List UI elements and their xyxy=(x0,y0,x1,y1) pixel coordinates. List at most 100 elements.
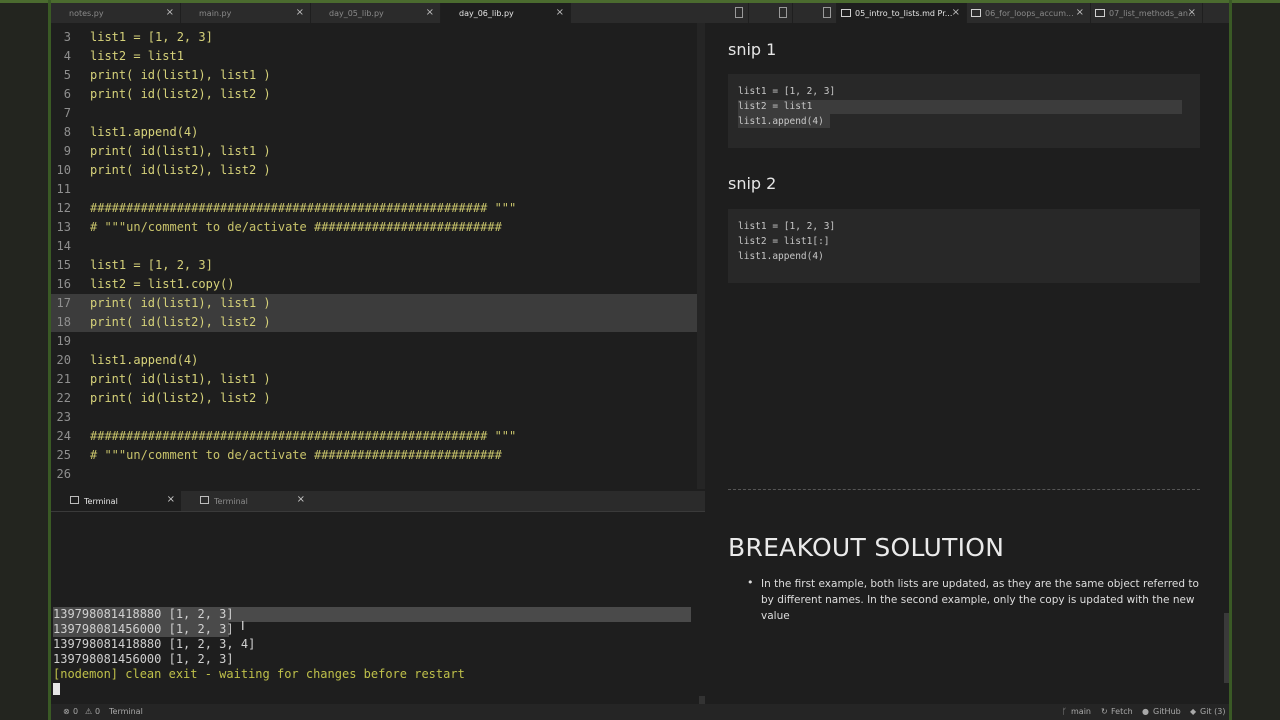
code-text: print( id(list1), list1 ) xyxy=(90,296,271,310)
close-icon[interactable]: × xyxy=(296,7,304,19)
tab-label: 05_intro_to_lists.md Pr... xyxy=(855,8,953,18)
code-line[interactable]: 4 list2 = list1 xyxy=(51,47,697,66)
line-number: 22 xyxy=(56,391,71,405)
markdown-preview-icon xyxy=(971,9,981,17)
error-count[interactable]: 0 xyxy=(73,707,78,717)
line-number: 13 xyxy=(56,220,71,234)
status-bar: ⊗ 0 ⚠ 0 Terminal ᚴ main ↻ Fetch ● GitHub… xyxy=(51,704,1229,720)
code-text: # """un/comment to de/activate #########… xyxy=(90,448,502,462)
code-line[interactable]: 14 xyxy=(51,237,697,256)
line-number: 14 xyxy=(56,239,71,253)
close-icon[interactable]: × xyxy=(167,494,175,505)
tab-label: 06_for_loops_accum... xyxy=(985,8,1074,18)
close-icon[interactable]: × xyxy=(952,7,960,19)
tab-file-2[interactable] xyxy=(749,3,793,23)
code-line[interactable]: 24 ######################################… xyxy=(51,427,697,446)
line-number: 6 xyxy=(63,87,71,101)
line-number: 21 xyxy=(56,372,71,386)
warning-icon: ⚠ xyxy=(85,707,93,716)
close-icon[interactable]: × xyxy=(166,7,174,19)
tab-main-py[interactable]: main.py × xyxy=(181,3,311,23)
line-number: 3 xyxy=(63,30,71,44)
code-line[interactable]: 12 ######################################… xyxy=(51,199,697,218)
code-line[interactable]: 10 print( id(list2), list2 ) xyxy=(51,161,697,180)
git-branch[interactable]: main xyxy=(1071,707,1091,717)
git-changes[interactable]: Git (3) xyxy=(1200,707,1225,717)
file-icon xyxy=(823,7,831,18)
editor-scrollbar[interactable] xyxy=(697,23,705,489)
line-number: 9 xyxy=(63,144,71,158)
close-icon[interactable]: × xyxy=(426,7,434,19)
close-icon[interactable]: × xyxy=(556,7,564,19)
line-number: 18 xyxy=(56,315,71,329)
fetch-button[interactable]: Fetch xyxy=(1111,707,1133,717)
tab-day-06-lib-py[interactable]: day_06_lib.py × xyxy=(441,3,571,23)
terminal-panel[interactable]: 139798081418880 [1, 2, 3] 13979808145600… xyxy=(51,512,705,704)
tab-06-for-loops[interactable]: 06_for_loops_accum... × xyxy=(967,3,1091,23)
warning-count[interactable]: 0 xyxy=(95,707,100,717)
code-line[interactable]: 7 xyxy=(51,104,697,123)
tab-07-list-methods[interactable]: 07_list_methods_an... × xyxy=(1091,3,1203,23)
code-line[interactable]: 3 list1 = [1, 2, 3] xyxy=(51,28,697,47)
file-icon xyxy=(779,7,787,18)
code-line[interactable]: 11 xyxy=(51,180,697,199)
code-text: print( id(list2), list2 ) xyxy=(90,163,271,177)
window-frame-left xyxy=(0,0,50,720)
tab-label: day_06_lib.py xyxy=(459,8,514,18)
code-line[interactable]: 26 xyxy=(51,465,697,484)
fetch-icon: ↻ xyxy=(1101,707,1108,716)
code-editor[interactable]: 3 list1 = [1, 2, 3] 4 list2 = list1 5 print( … xyxy=(51,23,705,489)
code-line[interactable]: 17 print( id(list1), list1 ) xyxy=(51,294,697,313)
code-line[interactable]: 18 print( id(list2), list2 ) xyxy=(51,313,697,332)
markdown-preview-icon xyxy=(841,9,851,17)
tab-05-intro-to-lists-preview[interactable]: 05_intro_to_lists.md Pr... × xyxy=(837,3,967,23)
tab-label: Terminal xyxy=(214,496,248,506)
file-icon xyxy=(735,7,743,18)
tab-label: 07_list_methods_an... xyxy=(1109,8,1196,18)
error-icon: ⊗ xyxy=(63,707,70,716)
close-icon[interactable]: × xyxy=(297,494,305,505)
code-line[interactable]: 6 print( id(list2), list2 ) xyxy=(51,85,697,104)
code-line[interactable]: 5 print( id(list1), list1 ) xyxy=(51,66,697,85)
code-line[interactable]: 25 # """un/comment to de/activate #######… xyxy=(51,446,697,465)
line-number: 10 xyxy=(56,163,71,177)
code-text: print( id(list1), list1 ) xyxy=(90,68,271,82)
code-line[interactable]: 15 list1 = [1, 2, 3] xyxy=(51,256,697,275)
line-number: 19 xyxy=(56,334,71,348)
line-number: 7 xyxy=(63,106,71,120)
github-icon: ● xyxy=(1142,707,1149,716)
tab-terminal-2[interactable]: Terminal × xyxy=(181,491,311,511)
snip2-heading: snip 2 xyxy=(728,174,777,193)
code-line[interactable]: 16 list2 = list1.copy() xyxy=(51,275,697,294)
tab-day-05-lib-py[interactable]: day_05_lib.py × xyxy=(311,3,441,23)
git-icon: ◆ xyxy=(1190,707,1197,716)
preview-scrollbar[interactable] xyxy=(1224,613,1229,683)
terminal-line: 139798081418880 [1, 2, 3] xyxy=(53,607,234,621)
tab-file-3[interactable] xyxy=(793,3,837,23)
code-line[interactable]: 23 xyxy=(51,408,697,427)
status-terminal[interactable]: Terminal xyxy=(109,707,143,717)
tab-notes-py[interactable]: notes.py × xyxy=(51,3,181,23)
code-line[interactable]: 8 list1.append(4) xyxy=(51,123,697,142)
bullet-icon: • xyxy=(747,576,754,589)
line-number: 25 xyxy=(56,448,71,462)
code-text: list2 = list1 xyxy=(90,49,184,63)
line-number: 8 xyxy=(63,125,71,139)
code-text: ########################################… xyxy=(90,201,517,215)
line-number: 24 xyxy=(56,429,71,443)
code-line[interactable]: 9 print( id(list1), list1 ) xyxy=(51,142,697,161)
code-line[interactable]: 21 print( id(list1), list1 ) xyxy=(51,370,697,389)
code-text: print( id(list1), list1 ) xyxy=(90,372,271,386)
tab-terminal-1[interactable]: Terminal × xyxy=(51,491,181,511)
line-number: 4 xyxy=(63,49,71,63)
tab-file-1[interactable] xyxy=(705,3,749,23)
code-line[interactable]: 13 # """un/comment to de/activate #######… xyxy=(51,218,697,237)
editor-tab-bar: notes.py × main.py × day_05_lib.py × day… xyxy=(51,3,705,23)
github-button[interactable]: GitHub xyxy=(1153,707,1181,717)
code-line[interactable]: 22 print( id(list2), list2 ) xyxy=(51,389,697,408)
code-line[interactable]: 20 list1.append(4) xyxy=(51,351,697,370)
code-line[interactable]: 19 xyxy=(51,332,697,351)
snip1-code-block: list1 = [1, 2, 3] list2 = list1 list1.ap… xyxy=(728,74,1200,148)
close-icon[interactable]: × xyxy=(1076,7,1084,19)
close-icon[interactable]: × xyxy=(1188,7,1196,19)
